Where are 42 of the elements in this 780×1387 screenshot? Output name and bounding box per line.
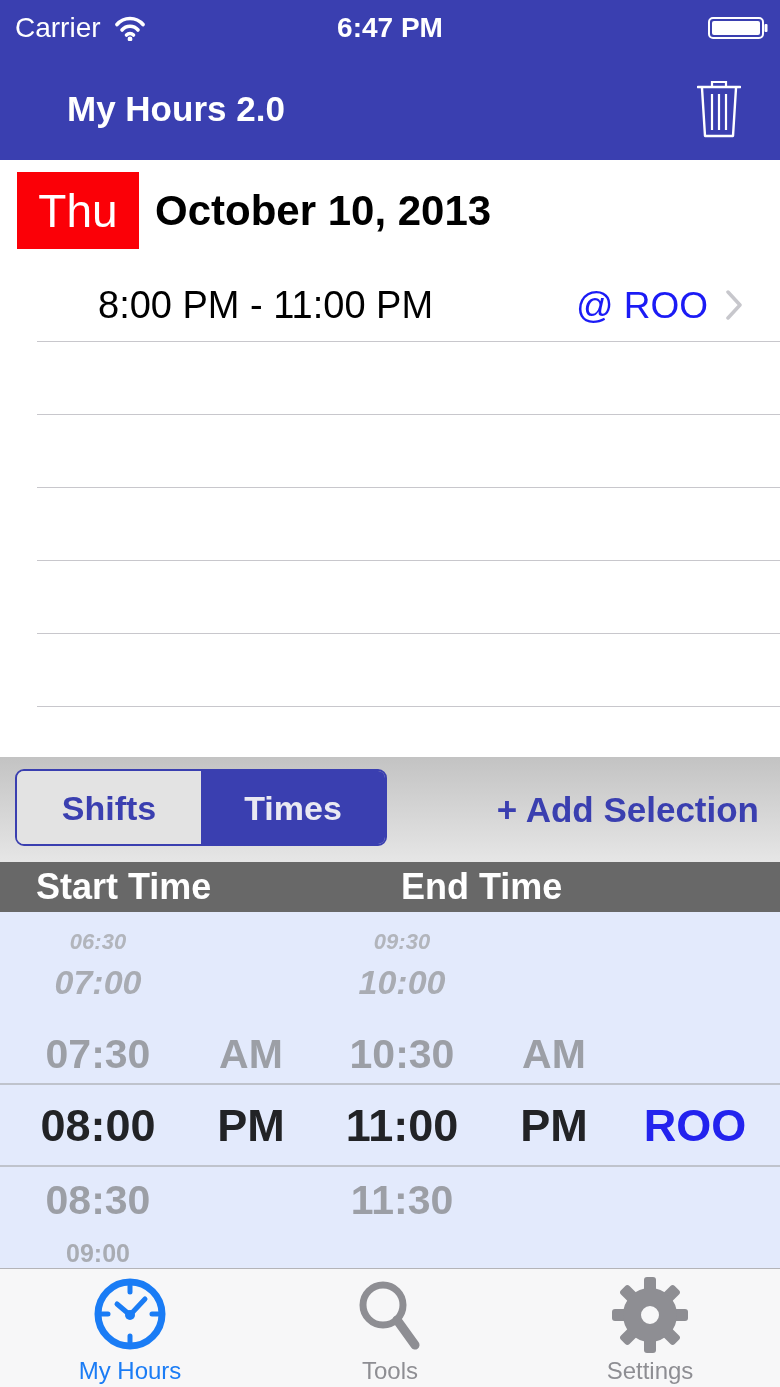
tab-label: My Hours (78, 1359, 182, 1383)
delete-button[interactable] (697, 80, 741, 138)
picker-option[interactable]: AM (522, 1034, 586, 1083)
app-title: My Hours 2.0 (67, 90, 285, 126)
picker-option[interactable]: 09:30 (373, 931, 431, 954)
picker-option[interactable]: AM (219, 1034, 283, 1083)
picker-option[interactable]: 07:00 (54, 965, 142, 999)
segment-tab[interactable]: Times (201, 771, 385, 844)
picker-option[interactable]: 09:00 (66, 1237, 130, 1266)
trash-icon (697, 80, 741, 138)
clock-icon (93, 1277, 167, 1351)
picker-option[interactable]: 10:00 (358, 965, 446, 999)
picker-option[interactable]: 11:00 (345, 1102, 459, 1148)
picker-option[interactable]: 07:30 (45, 1034, 151, 1083)
picker-option[interactable]: 10:30 (349, 1034, 455, 1083)
shift-row[interactable]: 8:00 PM - 11:00 PM @ ROO (37, 269, 780, 342)
add-selection-button[interactable]: + Add Selection (496, 792, 759, 827)
shift-location: @ ROO (575, 286, 708, 324)
tab-label: Tools (362, 1359, 418, 1383)
tab-item[interactable]: Tools (260, 1269, 520, 1387)
tab-item[interactable]: My Hours (0, 1269, 260, 1387)
weekday-badge: Thu (17, 172, 139, 249)
settings-icon (612, 1277, 688, 1353)
date-title: October 10, 2013 (155, 189, 492, 232)
wifi-icon (114, 15, 145, 41)
picker-option[interactable]: 08:30 (45, 1167, 151, 1221)
column-header: End Time (401, 869, 563, 905)
shift-time: 8:00 PM - 11:00 PM (97, 286, 434, 324)
chevron-icon (726, 290, 742, 320)
tab-label: Settings (606, 1359, 694, 1383)
picker-option[interactable]: 06:30 (69, 931, 127, 954)
picker-option[interactable]: PM (217, 1102, 285, 1148)
carrier-name: Carrier (15, 14, 101, 42)
column-header: Start Time (36, 869, 213, 905)
tab-item[interactable]: Settings (520, 1269, 780, 1387)
picker-option[interactable]: PM (520, 1102, 588, 1148)
picker-option[interactable]: 08:00 (40, 1102, 156, 1148)
picker-option[interactable]: ROO (643, 1102, 747, 1148)
segment-tab[interactable]: Shifts (17, 771, 201, 844)
status-time: 6:47 PM (337, 14, 443, 42)
battery-icon (708, 17, 768, 39)
picker-option[interactable]: 11:30 (350, 1167, 454, 1221)
